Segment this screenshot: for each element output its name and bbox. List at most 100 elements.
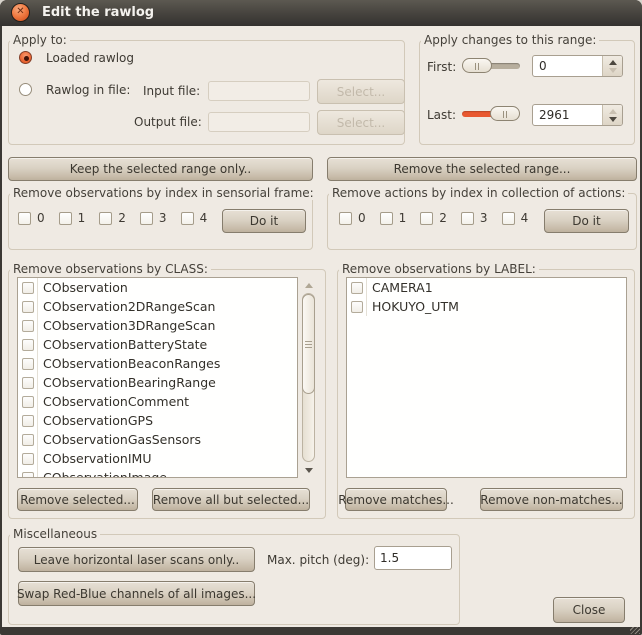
- select-output-file-button[interactable]: Select...: [317, 110, 405, 135]
- actions-do-it-button[interactable]: Do it: [544, 209, 629, 233]
- remove-all-but-selected-button[interactable]: Remove all but selected...: [152, 488, 310, 511]
- index-checkbox-item: 4: [501, 211, 528, 225]
- class-name: CObservationComment: [43, 394, 190, 409]
- close-button[interactable]: Close: [553, 597, 625, 623]
- class-checkbox-cell: [18, 354, 38, 373]
- index-checkbox[interactable]: [501, 211, 515, 225]
- index-checkbox[interactable]: [58, 211, 72, 225]
- class-list-row[interactable]: CObservationBatteryState: [18, 335, 297, 354]
- scrollbar-down-icon[interactable]: [301, 462, 316, 478]
- class-checkbox[interactable]: [21, 452, 34, 465]
- sensorial-do-it-label: Do it: [249, 214, 279, 228]
- rawlog-in-file-radio[interactable]: [19, 83, 32, 96]
- spin-up-icon[interactable]: [608, 108, 617, 114]
- max-pitch-field[interactable]: [374, 546, 452, 570]
- index-checkbox[interactable]: [460, 211, 474, 225]
- window-close-icon[interactable]: ✕: [11, 3, 30, 22]
- select-input-file-button[interactable]: Select...: [317, 79, 405, 104]
- class-checkbox[interactable]: [21, 471, 34, 477]
- label-checkbox[interactable]: [350, 281, 363, 294]
- input-file-label: Input file:: [143, 84, 201, 98]
- edit-rawlog-dialog: ✕ Edit the rawlog Apply to: Loaded rawlo…: [0, 0, 642, 635]
- class-list-scrollbar[interactable]: [301, 277, 316, 478]
- resize-grip[interactable]: [630, 627, 640, 634]
- leave-horizontal-scans-button[interactable]: Leave horizontal laser scans only..: [18, 547, 255, 572]
- class-checkbox[interactable]: [21, 338, 34, 351]
- class-list-row[interactable]: CObservation3DRangeScan: [18, 316, 297, 335]
- spin-down-icon[interactable]: [608, 67, 617, 73]
- class-name: CObservationImage: [43, 470, 167, 478]
- remove-non-matches-button[interactable]: Remove non-matches...: [480, 488, 623, 511]
- class-name: CObservationGasSensors: [43, 432, 202, 447]
- class-checkbox[interactable]: [21, 376, 34, 389]
- spin-up-icon[interactable]: [608, 59, 617, 65]
- class-list-row[interactable]: CObservationGPS: [18, 411, 297, 430]
- first-slider-handle[interactable]: [462, 58, 492, 73]
- index-checkbox[interactable]: [379, 211, 393, 225]
- titlebar[interactable]: ✕ Edit the rawlog: [0, 0, 642, 26]
- last-spinner-input[interactable]: [533, 105, 601, 125]
- class-list-row[interactable]: CObservationBearingRange: [18, 373, 297, 392]
- class-checkbox[interactable]: [21, 414, 34, 427]
- class-checkbox[interactable]: [21, 357, 34, 370]
- select-output-file-button-label: Select...: [336, 115, 386, 130]
- label-name: HOKUYO_UTM: [372, 299, 459, 314]
- apply-to-label: Apply to:: [10, 33, 70, 47]
- class-list-row[interactable]: CObservationIMU: [18, 449, 297, 468]
- sensorial-do-it-button[interactable]: Do it: [222, 209, 306, 233]
- swap-red-blue-button-label: Swap Red-Blue channels of all images...: [16, 586, 257, 601]
- first-spinner-arrows[interactable]: [602, 56, 622, 76]
- remove-selected-button[interactable]: Remove selected...: [17, 488, 138, 511]
- class-checkbox[interactable]: [21, 395, 34, 408]
- loaded-rawlog-radio[interactable]: [19, 51, 32, 64]
- class-checkbox[interactable]: [21, 433, 34, 446]
- remove-non-matches-button-label: Remove non-matches...: [480, 492, 623, 507]
- label-list-row[interactable]: HOKUYO_UTM: [347, 297, 626, 316]
- input-file-field[interactable]: [208, 81, 310, 101]
- index-checkbox-label: 0: [358, 211, 366, 225]
- index-checkbox[interactable]: [139, 211, 153, 225]
- class-checkbox-cell: [18, 392, 38, 411]
- last-slider[interactable]: [462, 106, 520, 122]
- remove-range-button[interactable]: Remove the selected range...: [327, 157, 637, 181]
- class-list-row[interactable]: CObservationBeaconRanges: [18, 354, 297, 373]
- last-slider-handle[interactable]: [490, 106, 520, 121]
- scrollbar-up-icon[interactable]: [301, 277, 316, 293]
- class-list-row[interactable]: CObservationGasSensors: [18, 430, 297, 449]
- class-checkbox[interactable]: [21, 319, 34, 332]
- range-frame-label: Apply changes to this range:: [421, 33, 600, 47]
- index-checkbox-label: 3: [158, 211, 167, 225]
- keep-range-button-label: Keep the selected range only..: [69, 162, 252, 176]
- index-checkbox-item: 1: [58, 211, 86, 225]
- first-spinner-input[interactable]: [533, 56, 601, 76]
- class-list-row[interactable]: CObservationComment: [18, 392, 297, 411]
- keep-range-button[interactable]: Keep the selected range only..: [8, 157, 313, 181]
- class-list-row[interactable]: CObservation: [18, 278, 297, 297]
- class-list-row[interactable]: CObservation2DRangeScan: [18, 297, 297, 316]
- class-checkbox-cell: [18, 411, 38, 430]
- class-list-row[interactable]: CObservationImage: [18, 468, 297, 478]
- last-spinner-arrows[interactable]: [602, 105, 622, 125]
- class-checkbox-cell: [18, 373, 38, 392]
- index-checkbox[interactable]: [339, 211, 352, 225]
- swap-red-blue-button[interactable]: Swap Red-Blue channels of all images...: [16, 581, 257, 606]
- remove-matches-button[interactable]: Remove matches...: [338, 488, 454, 511]
- max-pitch-label: Max. pitch (deg):: [267, 553, 370, 567]
- label-checkbox[interactable]: [350, 300, 363, 313]
- index-checkbox-label: 0: [37, 211, 45, 225]
- index-checkbox[interactable]: [180, 211, 194, 225]
- class-checkbox[interactable]: [21, 300, 34, 313]
- index-checkbox[interactable]: [18, 211, 31, 225]
- misc-frame-label: Miscellaneous: [10, 527, 101, 541]
- index-checkbox[interactable]: [99, 211, 113, 225]
- class-checkbox[interactable]: [21, 281, 34, 294]
- scrollbar-track[interactable]: [302, 293, 315, 462]
- scrollbar-thumb[interactable]: [302, 294, 315, 394]
- leave-horizontal-scans-button-label: Leave horizontal laser scans only..: [33, 552, 240, 567]
- spin-down-icon[interactable]: [608, 116, 617, 122]
- output-file-field[interactable]: [208, 112, 310, 132]
- index-checkbox-label: 1: [77, 211, 86, 225]
- index-checkbox[interactable]: [420, 211, 434, 225]
- first-slider[interactable]: [462, 58, 520, 74]
- label-list-row[interactable]: CAMERA1: [347, 278, 626, 297]
